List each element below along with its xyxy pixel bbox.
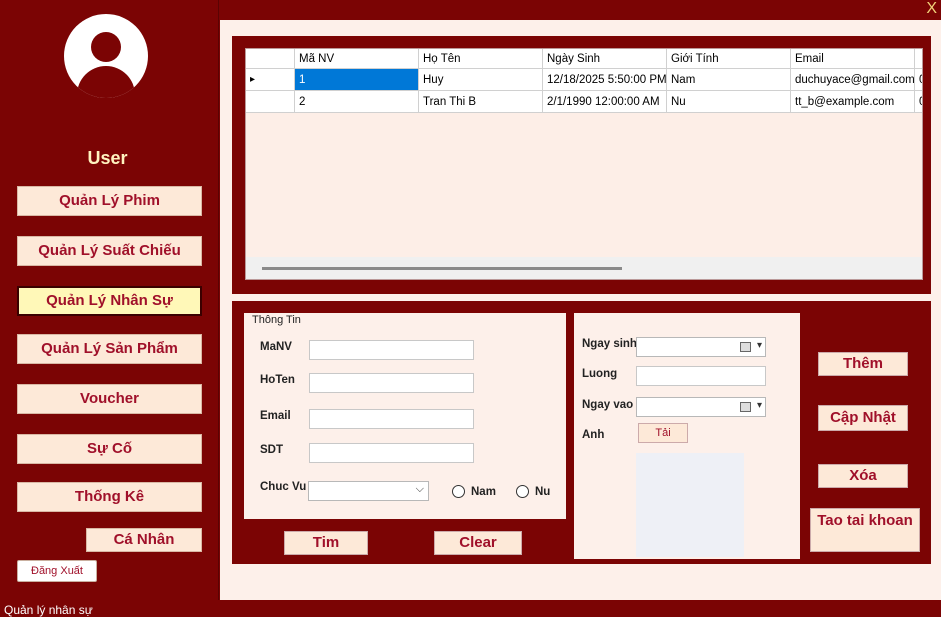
user-label: User: [87, 148, 128, 168]
table-row[interactable]: 2 Tran Thi B 2/1/1990 12:00:00 AM Nu tt_…: [246, 91, 922, 113]
manv-input[interactable]: [309, 340, 474, 360]
info-groupbox: Thông Tin MaNV HoTen Email SDT Chuc Vu ⌵…: [244, 313, 566, 519]
cell-ma-nv[interactable]: 2: [295, 91, 419, 113]
status-bar: Quản lý nhân sự: [0, 600, 941, 617]
cell-ho-ten[interactable]: Tran Thi B: [419, 91, 543, 113]
gender-nam-label: Nam: [471, 485, 496, 498]
nav-thong-ke[interactable]: Thống Kê: [17, 482, 202, 512]
close-icon[interactable]: X: [926, 0, 937, 18]
info-group-title: Thông Tin: [252, 314, 301, 326]
nav-quan-ly-san-pham[interactable]: Quản Lý Sản Phẩm: [17, 334, 202, 364]
upload-button[interactable]: Tải: [638, 423, 688, 443]
chevron-down-icon: ▾: [756, 340, 762, 351]
col-header-ho-ten[interactable]: Họ Tên: [419, 49, 543, 69]
col-header-ma-nv[interactable]: Mã NV: [295, 49, 419, 69]
manv-label: MaNV: [260, 341, 292, 353]
cell-email[interactable]: tt_b@example.com: [791, 91, 915, 113]
row-marker-icon: ▸: [246, 69, 295, 91]
cell-extra[interactable]: 0: [915, 91, 922, 113]
chucvu-select[interactable]: ⌵: [308, 481, 429, 501]
sidebar: User Quản Lý Phim Quản Lý Suất Chiếu Quả…: [0, 0, 219, 600]
nav-quan-ly-nhan-su[interactable]: Quản Lý Nhân Sự: [17, 286, 202, 316]
col-header-ngay-sinh[interactable]: Ngày Sinh: [543, 49, 667, 69]
row-header: [246, 91, 295, 113]
email-input[interactable]: [309, 409, 474, 429]
ngayvao-datepicker[interactable]: ▾: [636, 397, 766, 417]
table-row[interactable]: ▸ 1 Huy 12/18/2025 5:50:00 PM Nam duchuy…: [246, 69, 922, 91]
ngaysinh-label: Ngay sinh: [582, 338, 637, 350]
cell-gioi-tinh[interactable]: Nu: [667, 91, 791, 113]
chevron-down-icon: ⌵: [415, 483, 424, 495]
anh-label: Anh: [582, 429, 605, 441]
detail-panel: Ngay sinh ▾ Luong Ngay vao ▾ Anh Tải: [574, 313, 800, 559]
hoten-input[interactable]: [309, 373, 474, 393]
form-frame: Thông Tin MaNV HoTen Email SDT Chuc Vu ⌵…: [232, 301, 931, 564]
update-button[interactable]: Cập Nhật: [818, 405, 908, 431]
cell-ma-nv[interactable]: 1: [295, 69, 419, 91]
email-label: Email: [260, 410, 291, 422]
gender-nu-label: Nu: [535, 485, 551, 498]
radio-circle-icon: [452, 485, 465, 498]
luong-label: Luong: [582, 368, 618, 380]
gender-nu-radio[interactable]: Nu: [516, 485, 550, 498]
gender-nam-radio[interactable]: Nam: [452, 485, 496, 498]
scrollbar-thumb[interactable]: [262, 267, 622, 270]
ngayvao-label: Ngay vao: [582, 399, 634, 411]
col-header-extra: [915, 49, 922, 69]
employee-grid[interactable]: Mã NV Họ Tên Ngày Sinh Giới Tính Email ▸…: [245, 48, 923, 280]
cell-gioi-tinh[interactable]: Nam: [667, 69, 791, 91]
chevron-down-icon: ▾: [756, 400, 762, 411]
grid-header-row: Mã NV Họ Tên Ngày Sinh Giới Tính Email: [246, 49, 922, 71]
user-avatar-icon: [64, 14, 148, 98]
ngaysinh-datepicker[interactable]: ▾: [636, 337, 766, 357]
cell-ngay-sinh[interactable]: 2/1/1990 12:00:00 AM: [543, 91, 667, 113]
radio-circle-icon: [516, 485, 529, 498]
chucvu-label: Chuc Vu: [260, 481, 307, 493]
hoten-label: HoTen: [260, 374, 295, 386]
cell-ho-ten[interactable]: Huy: [419, 69, 543, 91]
photo-preview: [636, 453, 744, 557]
col-header-gioi-tinh[interactable]: Giới Tính: [667, 49, 791, 69]
main-panel: Mã NV Họ Tên Ngày Sinh Giới Tính Email ▸…: [220, 20, 941, 600]
nav-voucher[interactable]: Voucher: [17, 384, 202, 414]
col-header-email[interactable]: Email: [791, 49, 915, 69]
calendar-icon: [740, 342, 751, 352]
logout-button[interactable]: Đăng Xuất: [17, 560, 97, 582]
cell-extra[interactable]: 0: [915, 69, 922, 91]
sdt-label: SDT: [260, 444, 283, 456]
nav-quan-ly-suat-chieu[interactable]: Quản Lý Suất Chiếu: [17, 236, 202, 266]
nav-su-co[interactable]: Sự Cố: [17, 434, 202, 464]
employee-grid-frame: Mã NV Họ Tên Ngày Sinh Giới Tính Email ▸…: [232, 36, 931, 294]
calendar-icon: [740, 402, 751, 412]
cell-ngay-sinh[interactable]: 12/18/2025 5:50:00 PM: [543, 69, 667, 91]
nav-quan-ly-phim[interactable]: Quản Lý Phim: [17, 186, 202, 216]
clear-button[interactable]: Clear: [434, 531, 522, 555]
nav-ca-nhan[interactable]: Cá Nhân: [86, 528, 202, 552]
delete-button[interactable]: Xóa: [818, 464, 908, 488]
luong-input[interactable]: [636, 366, 766, 386]
create-account-button[interactable]: Tao tai khoan: [810, 508, 920, 552]
grid-horizontal-scrollbar[interactable]: [246, 257, 922, 279]
cell-email[interactable]: duchuyace@gmail.com: [791, 69, 915, 91]
search-button[interactable]: Tim: [284, 531, 368, 555]
sdt-input[interactable]: [309, 443, 474, 463]
add-button[interactable]: Thêm: [818, 352, 908, 376]
grid-corner: [246, 49, 295, 69]
